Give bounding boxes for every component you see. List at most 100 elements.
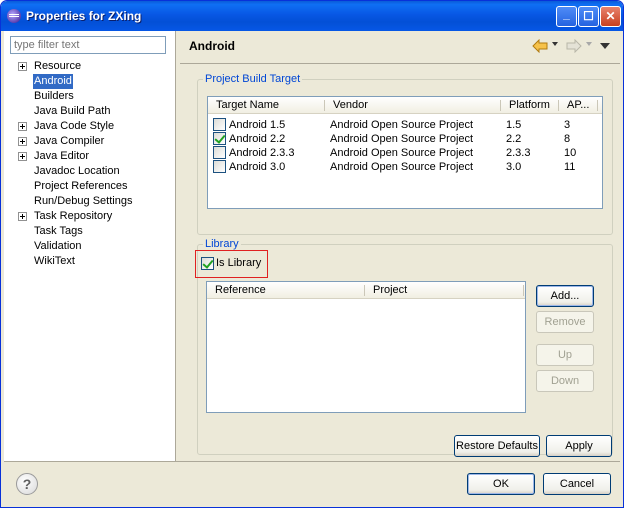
tree-item-builders[interactable]: Builders: [16, 89, 174, 104]
tree-item-validation[interactable]: Validation: [16, 239, 174, 254]
cell-name: Android 3.0: [229, 161, 286, 173]
footer-separator: [4, 461, 620, 462]
expand-icon[interactable]: [18, 212, 27, 221]
ok-button[interactable]: OK: [467, 473, 535, 495]
tree-item-task-tags[interactable]: Task Tags: [16, 224, 174, 239]
column-api[interactable]: AP...: [559, 97, 589, 114]
page-header: Android: [180, 31, 620, 64]
tree-item-label: Java Compiler: [34, 135, 105, 147]
cell-vendor: Android Open Source Project: [330, 161, 474, 173]
forward-dropdown-icon: [586, 42, 592, 46]
build-target-checkbox[interactable]: [213, 160, 226, 173]
tree-item-project-references[interactable]: Project References: [16, 179, 174, 194]
tree-item-javadoc-location[interactable]: Javadoc Location: [16, 164, 174, 179]
tree-item-label: Java Editor: [34, 150, 90, 162]
tree-item-android[interactable]: Android: [16, 74, 174, 89]
maximize-icon: ☐: [583, 9, 594, 23]
properties-dialog: Properties for ZXing _ ☐ ✕ Resource Andro…: [0, 0, 624, 508]
build-target-group: Project Build Target Target Name Vendor …: [197, 73, 613, 235]
column-separator[interactable]: [597, 100, 598, 111]
tree-item-label: Task Tags: [34, 225, 83, 237]
filter-input[interactable]: [10, 36, 166, 54]
tree-item-label: Android: [33, 74, 73, 89]
expand-icon[interactable]: [18, 62, 27, 71]
build-target-legend: Project Build Target: [203, 73, 303, 85]
cell-api: 11: [564, 161, 576, 173]
tree-item-label: Project References: [34, 180, 128, 192]
build-target-row[interactable]: Android 1.5 Android Open Source Project 1.…: [208, 118, 602, 132]
remove-button[interactable]: Remove: [536, 311, 594, 333]
cell-platform: 1.5: [506, 119, 522, 131]
library-reference-table: Reference Project: [206, 281, 526, 413]
tree-item-label: Java Build Path: [34, 105, 111, 117]
tree-item-run-debug-settings[interactable]: Run/Debug Settings: [16, 194, 174, 209]
tree-item-java-compiler[interactable]: Java Compiler: [16, 134, 174, 149]
expand-icon[interactable]: [18, 137, 27, 146]
cancel-button[interactable]: Cancel: [543, 473, 611, 495]
column-separator[interactable]: [523, 285, 524, 296]
library-reference-header: Reference Project: [207, 282, 525, 299]
build-target-table: Target Name Vendor Platform AP... Androi…: [207, 96, 603, 209]
build-target-checkbox[interactable]: [213, 146, 226, 159]
category-pane: Resource AndroidBuilders Java Build Path Ja…: [4, 31, 176, 461]
build-target-row[interactable]: Android 3.0 Android Open Source Project 3.…: [208, 160, 602, 174]
build-target-header: Target Name Vendor Platform AP...: [208, 97, 602, 114]
tree-item-label: Java Code Style: [34, 120, 115, 132]
tree-item-label: Validation: [34, 240, 82, 252]
tree-item-java-build-path[interactable]: Java Build Path: [16, 104, 174, 119]
tree-item-label: Builders: [34, 90, 74, 102]
column-vendor[interactable]: Vendor: [325, 97, 368, 114]
close-button[interactable]: ✕: [600, 6, 621, 27]
maximize-button[interactable]: ☐: [578, 6, 599, 27]
column-reference[interactable]: Reference: [207, 282, 266, 299]
build-target-row[interactable]: Android 2.3.3 Android Open Source Project…: [208, 146, 602, 160]
restore-defaults-button[interactable]: Restore Defaults: [454, 435, 540, 457]
back-arrow-icon[interactable]: [532, 39, 548, 53]
forward-arrow-icon: [566, 39, 582, 53]
dialog-body: ResourceAndroidBuildersJava Build PathJa…: [4, 31, 620, 505]
column-target-name[interactable]: Target Name: [208, 97, 279, 114]
tree-item-java-code-style[interactable]: Java Code Style: [16, 119, 174, 134]
pane-sash[interactable]: [176, 31, 180, 461]
tree-item-task-repository[interactable]: Task Repository: [16, 209, 174, 224]
apply-button[interactable]: Apply: [546, 435, 612, 457]
tree-item-wikitext[interactable]: WikiText: [16, 254, 174, 269]
cell-name: Android 1.5: [229, 119, 286, 131]
cell-api: 8: [564, 133, 571, 145]
column-project[interactable]: Project: [365, 282, 407, 299]
library-legend: Library: [203, 238, 241, 250]
highlight-box: [195, 250, 268, 278]
category-tree: Resource Android Builders Java Build Path Ja…: [16, 59, 174, 269]
minimize-button[interactable]: _: [556, 6, 577, 27]
view-menu-icon[interactable]: [600, 43, 610, 49]
cell-vendor: Android Open Source Project: [330, 133, 474, 145]
expand-icon[interactable]: [18, 122, 27, 131]
build-target-checkbox[interactable]: [213, 118, 226, 131]
cell-platform: 2.3.3: [506, 147, 531, 159]
up-button[interactable]: Up: [536, 344, 594, 366]
eclipse-icon: [7, 9, 21, 23]
column-platform[interactable]: Platform: [501, 97, 550, 114]
tree-item-resource[interactable]: Resource: [16, 59, 174, 74]
tree-item-java-editor[interactable]: Java Editor: [16, 149, 174, 164]
add-button[interactable]: Add...: [536, 285, 594, 307]
build-target-row[interactable]: Android 2.2 Android Open Source Project 2.…: [208, 132, 602, 146]
back-dropdown-icon[interactable]: [552, 42, 558, 46]
cell-api: 3: [564, 119, 571, 131]
help-icon[interactable]: ?: [16, 473, 38, 495]
cell-api: 10: [564, 147, 577, 159]
expand-icon[interactable]: [18, 152, 27, 161]
tree-item-label: Run/Debug Settings: [34, 195, 133, 207]
build-target-checkbox[interactable]: [213, 132, 226, 145]
cell-platform: 2.2: [506, 133, 522, 145]
tree-item-label: Task Repository: [34, 210, 113, 222]
tree-item-label: WikiText: [34, 255, 75, 267]
cell-name: Android 2.3.3: [229, 147, 295, 159]
close-icon: ✕: [605, 9, 616, 23]
cell-name: Android 2.2: [229, 133, 286, 145]
minimize-icon: _: [563, 7, 570, 21]
title-bar[interactable]: Properties for ZXing _ ☐ ✕: [1, 1, 623, 31]
window-title: Properties for ZXing: [26, 9, 142, 23]
tree-item-label: Resource: [34, 60, 82, 72]
down-button[interactable]: Down: [536, 370, 594, 392]
